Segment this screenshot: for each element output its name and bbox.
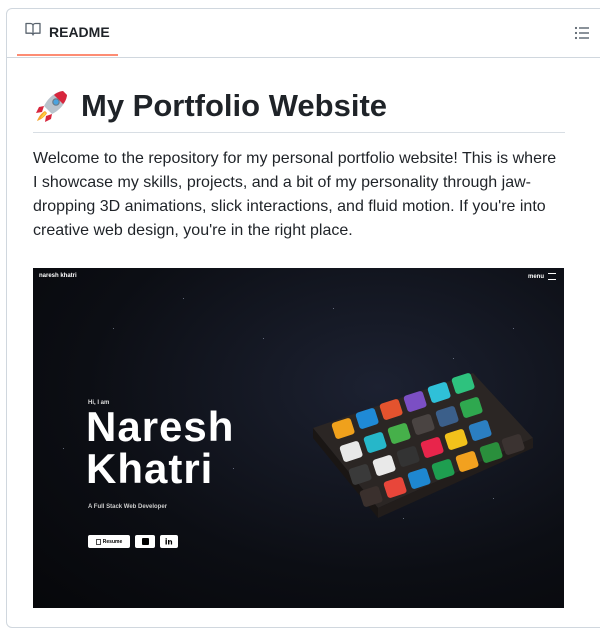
tab-readme-label: README (49, 23, 110, 40)
hero-name-line2: Khatri (86, 445, 214, 492)
resume-label: Resume (102, 538, 123, 545)
github-icon (141, 538, 149, 545)
readme-body: My Portfolio Website Welcome to the repo… (33, 80, 565, 243)
rocket-icon (33, 87, 71, 125)
hero-name: Naresh Khatri (86, 406, 234, 490)
page-title: My Portfolio Website (33, 80, 565, 133)
linkedin-icon (165, 538, 173, 545)
list-icon[interactable] (573, 24, 591, 42)
hero-role: A Full Stack Web Developer (88, 504, 168, 510)
portfolio-screenshot: naresh khatri menu Hi, I am Naresh Khatr… (33, 268, 564, 608)
linkedin-button[interactable] (160, 535, 178, 548)
page-title-text: My Portfolio Website (81, 88, 388, 123)
menu-icon (548, 273, 556, 280)
hero-name-line1: Naresh (86, 403, 235, 450)
tab-readme[interactable]: README (17, 9, 118, 56)
hero-menu[interactable]: menu (528, 273, 556, 280)
keyboard-3d-graphic (313, 373, 533, 518)
hero-menu-label: menu (527, 273, 544, 280)
github-button[interactable] (135, 535, 155, 548)
hero-brand[interactable]: naresh khatri (39, 273, 77, 279)
intro-paragraph: Welcome to the repository for my persona… (33, 150, 557, 239)
book-icon (25, 21, 41, 42)
readme-header: README (7, 9, 600, 58)
resume-button[interactable]: Resume (88, 535, 130, 548)
document-icon (95, 538, 101, 545)
